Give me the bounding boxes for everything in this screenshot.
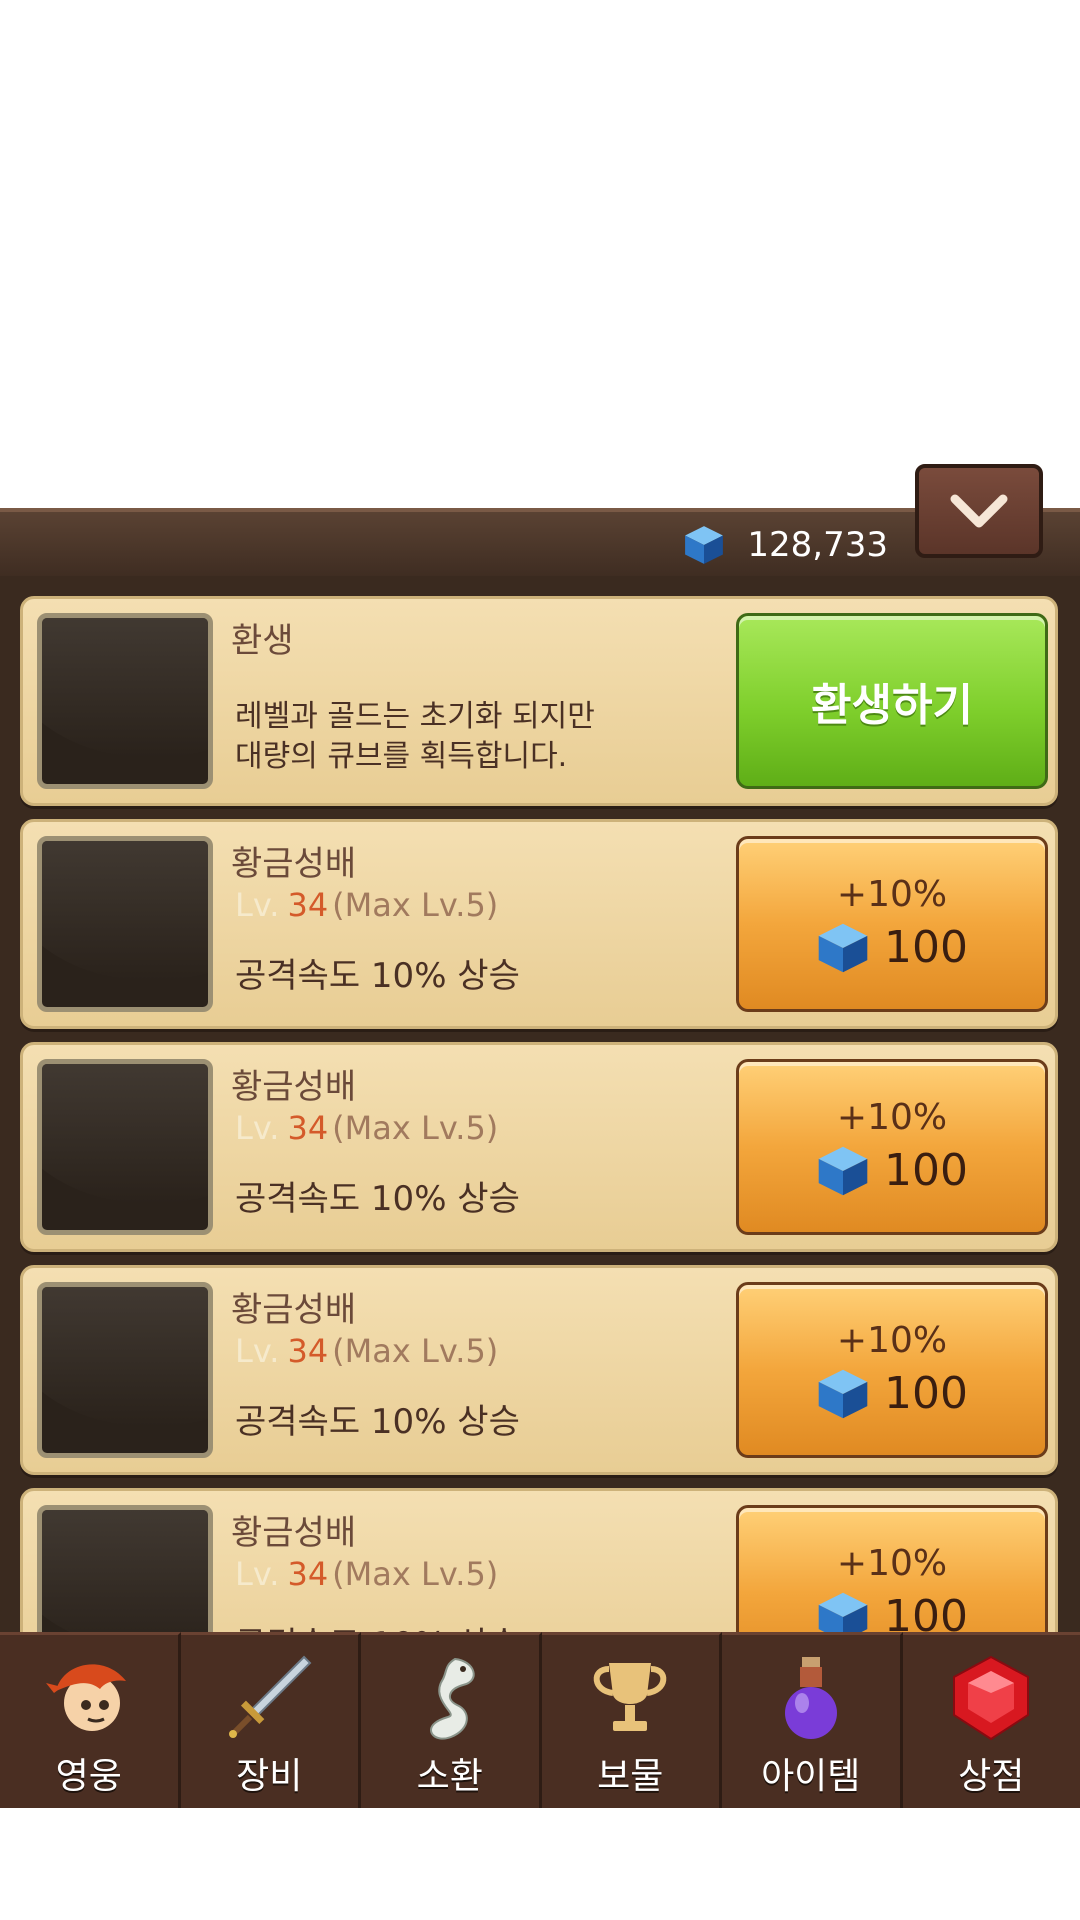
cube-currency: 128,733 (683, 524, 888, 566)
upgrade-percent: +10% (836, 873, 948, 915)
upgrade-card: 황금성배 Lv.34(Max Lv.5) 공격속도 10% 상승 +10% 10… (20, 1265, 1058, 1475)
upgrade-title: 황금성배 (231, 1513, 357, 1553)
empty-game-area (0, 0, 1080, 508)
level-label: Lv. (235, 1555, 280, 1593)
level-label: Lv. (235, 1109, 280, 1147)
collapse-button[interactable] (915, 464, 1043, 558)
cube-count-value: 128,733 (747, 525, 888, 565)
upgrade-card: 황금성배 Lv.34(Max Lv.5) 공격속도 10% 상승 +10% 10… (20, 819, 1058, 1029)
upgrade-description: 공격속도 10% 상승 (235, 1617, 520, 1632)
rebirth-button[interactable]: 환생하기 (736, 613, 1048, 789)
upgrade-level: Lv. 34 (Max Lv.5) (235, 1555, 498, 1593)
blue-cube-icon (683, 524, 725, 566)
upgrade-thumbnail (37, 1059, 213, 1235)
nav-item-treasure[interactable]: 보물 (541, 1632, 722, 1808)
upgrade-buy-button[interactable]: +10% 100 (736, 1059, 1048, 1235)
potion-icon (761, 1653, 861, 1743)
level-label: Lv. (235, 886, 280, 924)
dragon-icon (400, 1653, 500, 1743)
rebirth-description: 레벨과 골드는 초기화 되지만 대량의 큐브를 획득합니다. (235, 697, 595, 777)
nav-label: 보물 (597, 1756, 664, 1797)
rebirth-description-line1: 레벨과 골드는 초기화 되지만 (235, 699, 595, 734)
nav-item-item[interactable]: 아이템 (722, 1632, 903, 1808)
upgrade-price: 100 (816, 921, 968, 975)
nav-item-shop[interactable]: 상점 (902, 1632, 1080, 1808)
level-number: 34 (287, 1555, 329, 1593)
rebirth-description-line2: 대량의 큐브를 획득합니다. (235, 739, 568, 774)
level-max: (Max Lv.5) (332, 886, 499, 924)
upgrade-description: 공격속도 10% 상승 (235, 1402, 520, 1442)
upgrade-title: 황금성배 (231, 1067, 357, 1107)
level-label: Lv. (235, 1332, 280, 1370)
price-value: 100 (884, 1145, 968, 1196)
trophy-icon (580, 1653, 680, 1743)
ruby-icon (941, 1653, 1041, 1743)
level-max: (Max Lv.5) (332, 1332, 499, 1370)
nav-label: 장비 (236, 1756, 303, 1797)
rebirth-thumbnail (37, 613, 213, 789)
nav-label: 아이템 (761, 1756, 861, 1797)
blue-cube-icon (816, 921, 870, 975)
level-max: (Max Lv.5) (332, 1109, 499, 1147)
empty-bottom-area (0, 1808, 1080, 1920)
upgrade-level: Lv. 34 (Max Lv.5) (235, 886, 498, 924)
nav-label: 영웅 (55, 1756, 122, 1797)
upgrade-percent: +10% (836, 1542, 948, 1584)
upgrade-level: Lv. 34 (Max Lv.5) (235, 1332, 498, 1370)
chevron-down-icon (950, 494, 1008, 528)
upgrade-thumbnail (37, 1505, 213, 1632)
price-value: 100 (884, 1368, 968, 1419)
upgrade-title: 황금성배 (231, 844, 357, 884)
upgrade-thumbnail (37, 836, 213, 1012)
blue-cube-icon (816, 1590, 870, 1632)
level-number: 34 (287, 886, 329, 924)
upgrade-thumbnail (37, 1282, 213, 1458)
hero-icon (39, 1653, 139, 1743)
upgrade-price: 100 (816, 1590, 968, 1632)
upgrade-title: 황금성배 (231, 1290, 357, 1330)
upgrade-buy-button[interactable]: +10% 100 (736, 1282, 1048, 1458)
upgrade-list[interactable]: 환생 레벨과 골드는 초기화 되지만 대량의 큐브를 획득합니다. 환생하기 황… (0, 576, 1080, 1632)
rebirth-card: 환생 레벨과 골드는 초기화 되지만 대량의 큐브를 획득합니다. 환생하기 (20, 596, 1058, 806)
level-max: (Max Lv.5) (332, 1555, 499, 1593)
nav-item-hero[interactable]: 영웅 (0, 1632, 181, 1808)
upgrade-buy-button[interactable]: +10% 100 (736, 836, 1048, 1012)
nav-item-equipment[interactable]: 장비 (180, 1632, 361, 1808)
blue-cube-icon (816, 1144, 870, 1198)
upgrade-buy-button[interactable]: +10% 100 (736, 1505, 1048, 1632)
price-value: 100 (884, 922, 968, 973)
level-number: 34 (287, 1332, 329, 1370)
level-number: 34 (287, 1109, 329, 1147)
upgrade-card: 황금성배 Lv.34(Max Lv.5) 공격속도 10% 상승 +10% 10… (20, 1488, 1058, 1632)
upgrade-percent: +10% (836, 1096, 948, 1138)
sword-icon (219, 1653, 319, 1743)
upgrade-price: 100 (816, 1367, 968, 1421)
nav-label: 소환 (416, 1756, 483, 1797)
upgrade-description: 공격속도 10% 상승 (235, 956, 520, 996)
upgrade-level: Lv. 34 (Max Lv.5) (235, 1109, 498, 1147)
upgrade-percent: +10% (836, 1319, 948, 1361)
upgrade-price: 100 (816, 1144, 968, 1198)
rebirth-title: 환생 (231, 621, 294, 661)
nav-label: 상점 (958, 1756, 1025, 1797)
bottom-nav: 영웅 장비 소환 보물 아이템 상점 (0, 1632, 1080, 1808)
upgrade-description: 공격속도 10% 상승 (235, 1179, 520, 1219)
nav-item-summon[interactable]: 소환 (361, 1632, 542, 1808)
blue-cube-icon (816, 1367, 870, 1421)
price-value: 100 (884, 1591, 968, 1632)
rebirth-button-label: 환생하기 (811, 680, 973, 731)
upgrade-card: 황금성배 Lv.34(Max Lv.5) 공격속도 10% 상승 +10% 10… (20, 1042, 1058, 1252)
